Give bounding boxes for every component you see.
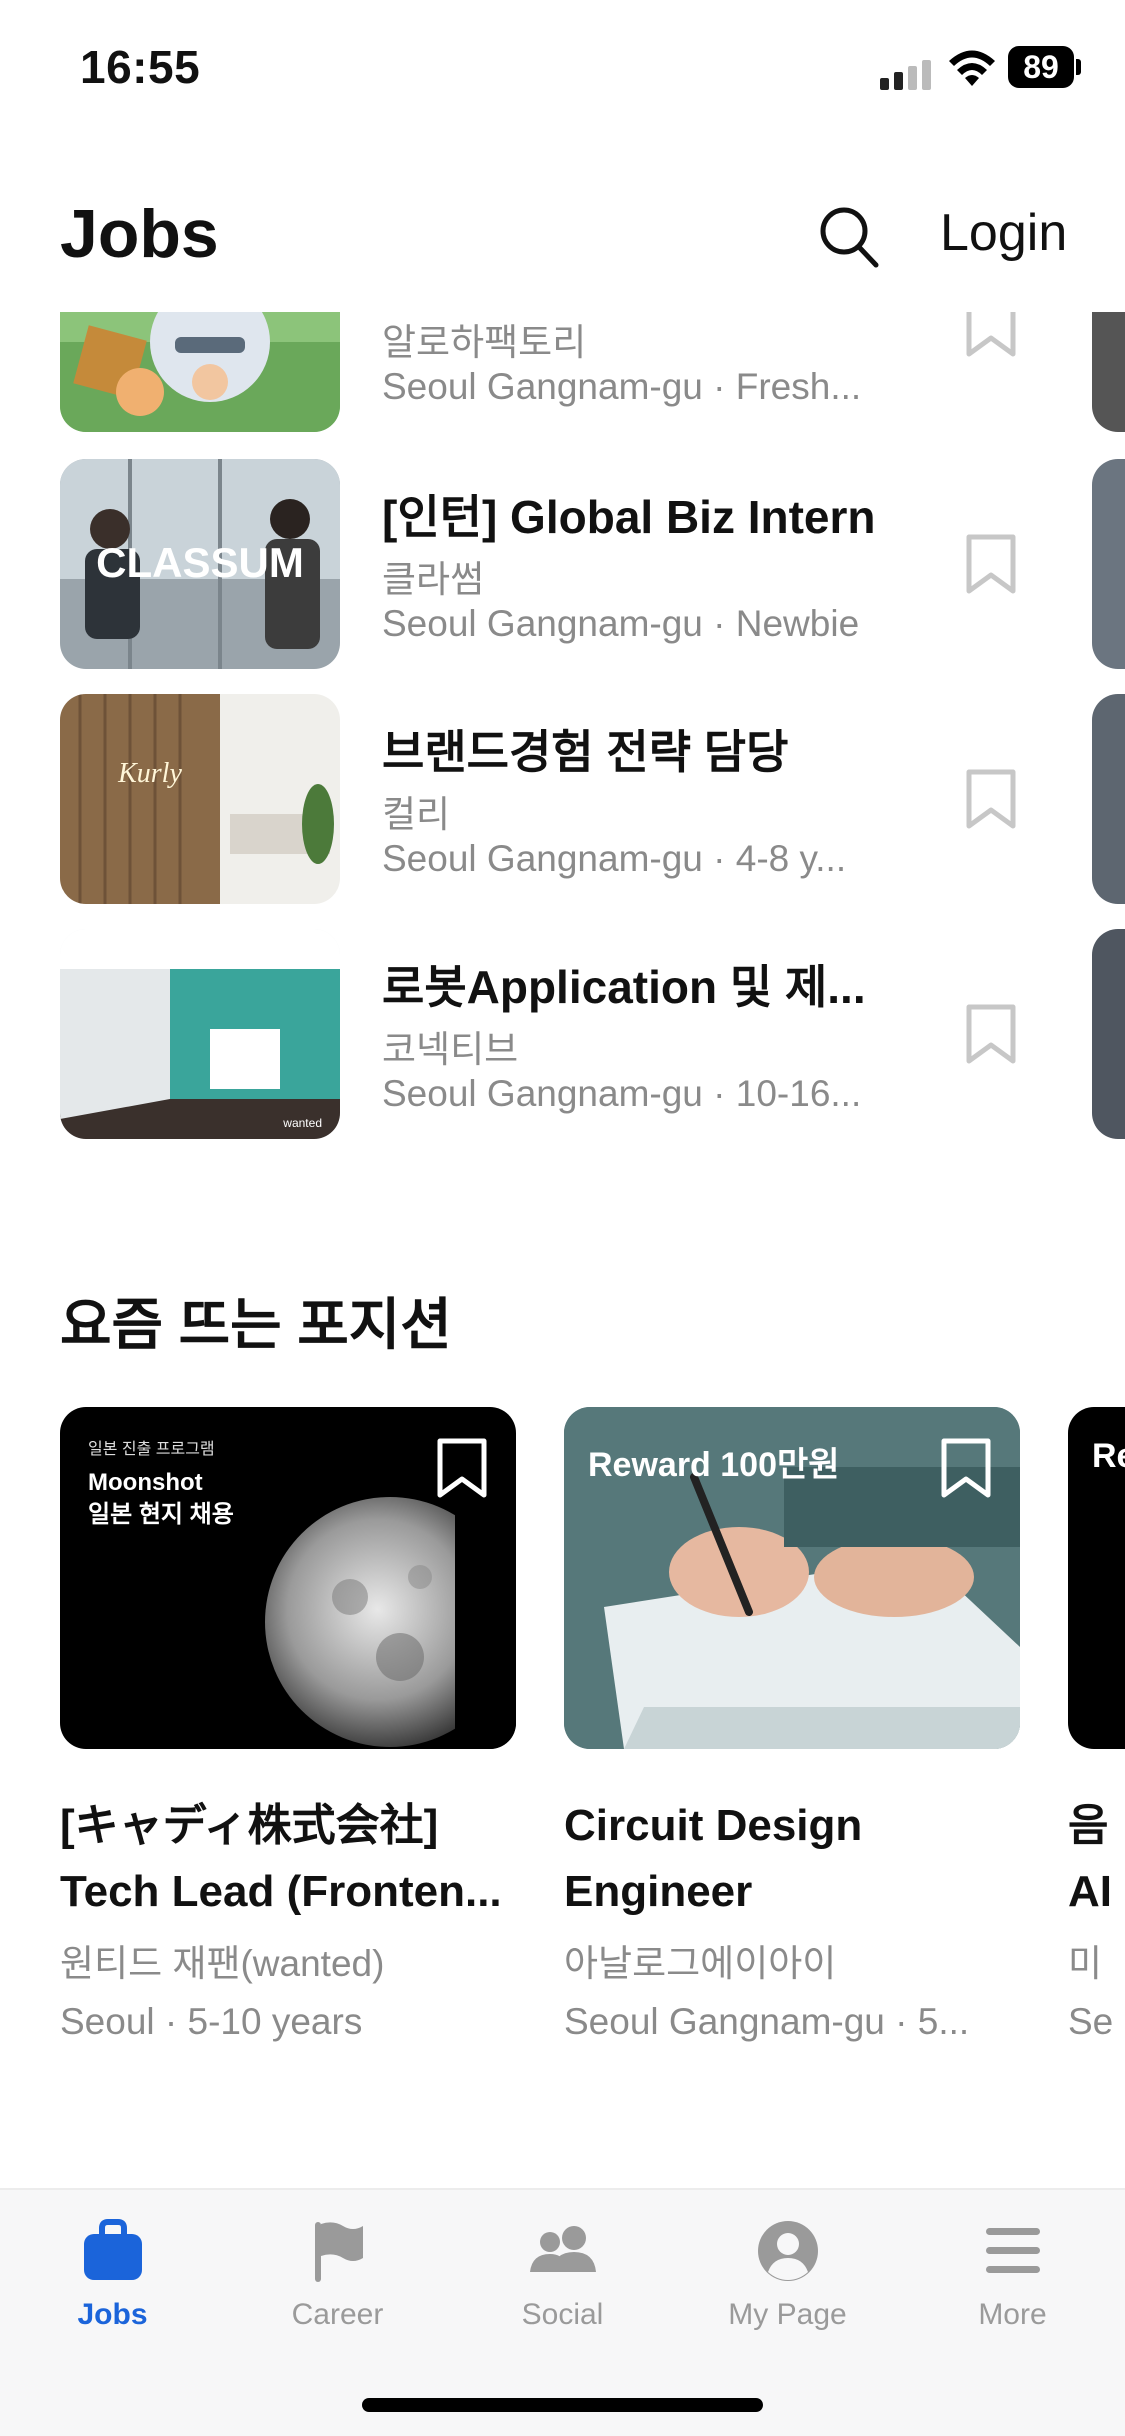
job-list-item[interactable]: Kurly 브랜드경험 전략 담당 컬리 Seoul Gangnam-gu · … xyxy=(0,694,1125,904)
card-title-line: Tech Lead (Fronten... xyxy=(60,1867,502,1916)
card-title-line: AI xyxy=(1068,1867,1112,1916)
next-column-thumbnail xyxy=(1092,312,1125,432)
next-column-thumbnail xyxy=(1092,694,1125,904)
tab-jobs[interactable]: Jobs xyxy=(0,2218,225,2332)
position-card[interactable]: Reward 100만원 Circuit Design Engineer 아날로… xyxy=(564,1407,1020,2043)
card-image: Re xyxy=(1068,1407,1125,1749)
card-meta: Se xyxy=(1068,2001,1114,2042)
menu-icon xyxy=(985,2228,1040,2273)
card-meta: Seoul Gangnam-gu · 5... xyxy=(564,2001,970,2042)
battery-icon: 89 xyxy=(1008,46,1082,88)
job-title: [인턴] Global Biz Intern xyxy=(382,491,876,543)
job-meta: Seoul Gangnam-gu · Newbie xyxy=(382,603,860,644)
card-overlay-caption: 일본 진출 프로그램 xyxy=(88,1441,215,1458)
profile-icon xyxy=(757,2221,818,2281)
bookmark-icon[interactable] xyxy=(965,1003,1017,1065)
section-title: 요즘 뜨는 포지션 xyxy=(60,1293,452,1356)
tab-label: Career xyxy=(291,2298,384,2331)
briefcase-icon xyxy=(83,2219,142,2280)
job-thumbnail: Kurly xyxy=(60,694,340,904)
thumbnail-watermark: wanted xyxy=(282,1116,322,1130)
card-title-line: Circuit Design xyxy=(564,1801,863,1850)
status-bar: 16:55 89 xyxy=(0,0,1125,140)
card-title: Circuit Design Engineer xyxy=(564,1793,1020,1925)
status-time: 16:55 xyxy=(80,41,201,93)
people-icon xyxy=(529,2226,596,2272)
card-company: 미 xyxy=(1068,1943,1103,1984)
top-header: Jobs Login xyxy=(0,175,1125,295)
job-thumbnail: CLASSUM xyxy=(60,459,340,669)
job-list-item[interactable]: wanted 로봇Application 및 제... 코넥티브 Seoul G… xyxy=(0,929,1125,1139)
job-list-item[interactable]: 알로하팩토리 Seoul Gangnam-gu · Fresh... xyxy=(0,312,1125,432)
thumbnail-logo-text: CLASSUM xyxy=(96,539,304,586)
card-company: 원티드 재팬(wanted) xyxy=(60,1943,385,1984)
card-image: Reward 100만원 xyxy=(564,1407,1020,1749)
card-overlay-line: Moonshot xyxy=(88,1469,203,1496)
page-title: Jobs xyxy=(60,196,219,272)
search-icon[interactable] xyxy=(818,205,880,269)
card-company: 아날로그에이아이 xyxy=(564,1943,837,1984)
cellular-signal-icon xyxy=(880,60,931,90)
job-thumbnail xyxy=(60,312,340,432)
tab-label: My Page xyxy=(728,2298,847,2331)
job-meta: Seoul Gangnam-gu · 4-8 y... xyxy=(382,838,847,879)
card-meta: Seoul · 5-10 years xyxy=(60,2001,363,2042)
card-title-line: [キャディ株式会社] xyxy=(60,1801,439,1850)
job-company: 클라썸 xyxy=(382,559,485,600)
job-thumbnail: wanted xyxy=(60,929,340,1139)
bookmark-icon[interactable] xyxy=(965,533,1017,595)
job-company: 컬리 xyxy=(382,794,451,835)
card-title: 음 AI xyxy=(1068,1793,1125,1925)
thumbnail-logo-text: Kurly xyxy=(117,758,182,789)
card-title: [キャディ株式会社] Tech Lead (Fronten... xyxy=(60,1793,516,1925)
job-title: 로봇Application 및 제... xyxy=(382,961,866,1013)
card-title-line: 음 xyxy=(1068,1801,1109,1850)
bookmark-icon[interactable] xyxy=(940,1437,992,1499)
bookmark-icon[interactable] xyxy=(965,312,1017,358)
job-list: 알로하팩토리 Seoul Gangnam-gu · Fresh... CLASS… xyxy=(0,312,1125,1162)
tab-label: Jobs xyxy=(77,2298,148,2331)
tab-my-page[interactable]: My Page xyxy=(675,2218,900,2332)
position-card[interactable]: Re 음 AI 미 Se xyxy=(1068,1407,1125,2043)
job-meta: Seoul Gangnam-gu · Fresh... xyxy=(382,366,862,407)
home-indicator[interactable] xyxy=(362,2398,763,2412)
tab-label: More xyxy=(978,2298,1047,2331)
tab-social[interactable]: Social xyxy=(450,2218,675,2332)
job-title: 브랜드경험 전략 담당 xyxy=(382,726,789,778)
card-overlay-line: 일본 현지 채용 xyxy=(88,1501,234,1528)
job-meta: Seoul Gangnam-gu · 10-16... xyxy=(382,1073,862,1114)
wifi-icon xyxy=(949,50,995,86)
tab-career[interactable]: Career xyxy=(225,2218,450,2332)
tab-more[interactable]: More xyxy=(900,2218,1125,2332)
job-company: 알로하팩토리 xyxy=(382,322,587,363)
bookmark-icon[interactable] xyxy=(436,1437,488,1499)
bookmark-icon[interactable] xyxy=(965,768,1017,830)
job-company: 코넥티브 xyxy=(382,1029,519,1070)
tab-label: Social xyxy=(521,2298,604,2331)
battery-level: 89 xyxy=(1008,46,1074,88)
flag-icon xyxy=(314,2222,363,2282)
card-reward-badge: Reward 100만원 xyxy=(588,1446,840,1484)
position-card[interactable]: 일본 진출 프로그램 Moonshot 일본 현지 채용 [キャディ株式会社] … xyxy=(60,1407,516,2043)
card-reward-badge: Re xyxy=(1092,1437,1125,1475)
next-column-thumbnail xyxy=(1092,459,1125,669)
login-button[interactable]: Login xyxy=(940,203,1067,263)
card-image: 일본 진출 프로그램 Moonshot 일본 현지 채용 xyxy=(60,1407,516,1749)
job-list-item[interactable]: CLASSUM [인턴] Global Biz Intern 클라썸 Seoul… xyxy=(0,459,1125,669)
next-column-thumbnail xyxy=(1092,929,1125,1139)
card-title-line: Engineer xyxy=(564,1867,753,1916)
